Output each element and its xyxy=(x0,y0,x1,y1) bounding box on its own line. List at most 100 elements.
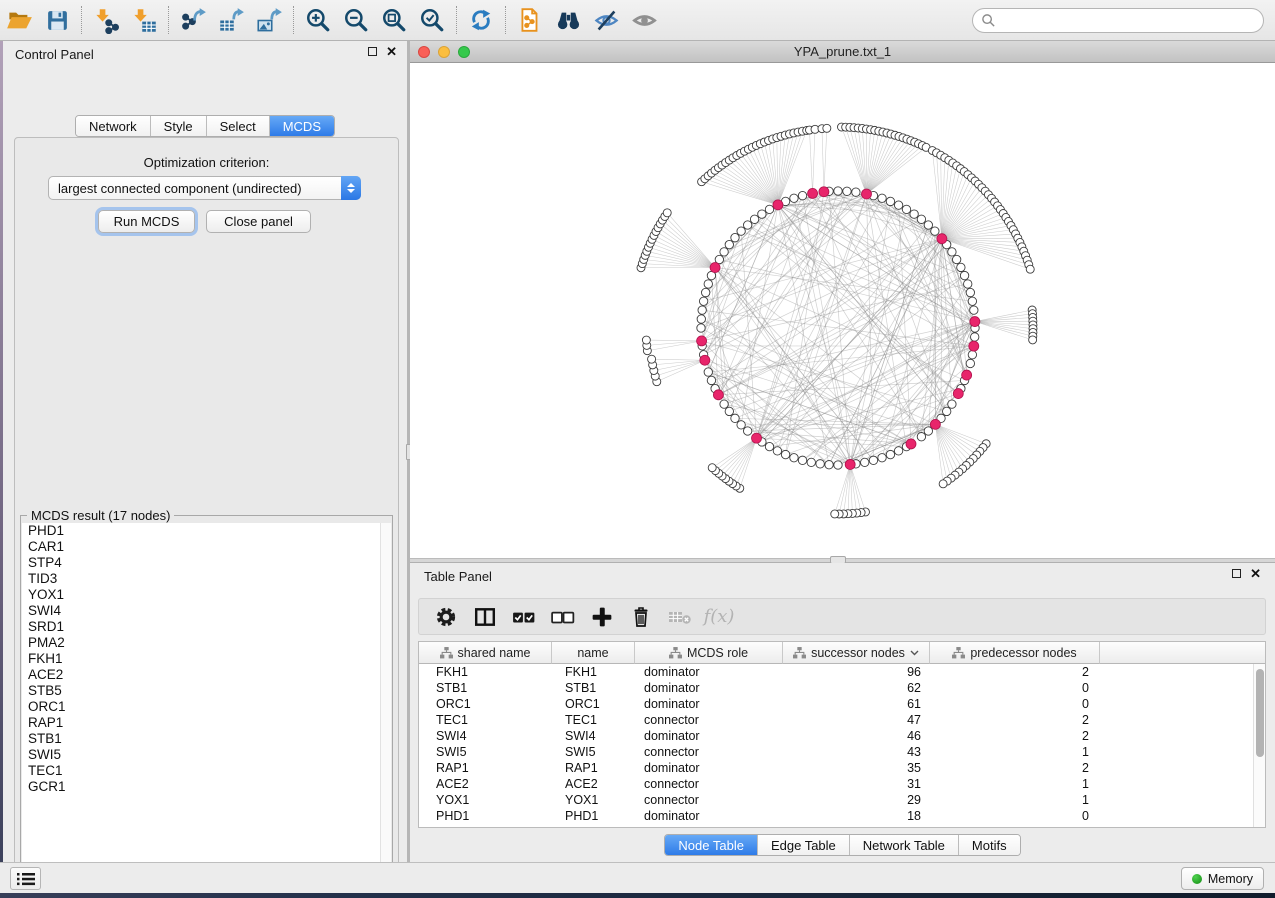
column-header-name[interactable]: name xyxy=(552,642,635,664)
table-cell: TEC1 xyxy=(552,712,635,728)
column-network-icon xyxy=(952,647,965,659)
table-row[interactable]: ACE2ACE2connector311 xyxy=(419,776,1253,792)
table-cell: 18 xyxy=(783,808,930,824)
tab-mcds[interactable]: MCDS xyxy=(270,116,334,136)
column-header-shared-name[interactable]: shared name xyxy=(419,642,552,664)
open-session-icon[interactable] xyxy=(0,3,38,37)
save-session-icon[interactable] xyxy=(38,3,76,37)
export-table-icon[interactable] xyxy=(212,3,250,37)
mcds-result-list[interactable]: PHD1CAR1STP4TID3YOX1SWI4SRD1PMA2FKH1ACE2… xyxy=(22,523,391,879)
leaf-node xyxy=(648,355,656,363)
hide-panel-eye-icon[interactable] xyxy=(587,3,625,37)
table-row[interactable]: ORC1ORC1dominator610 xyxy=(419,696,1253,712)
tab-network[interactable]: Network xyxy=(76,116,151,136)
close-panel-icon[interactable]: ✕ xyxy=(386,46,397,57)
network-node xyxy=(825,461,833,469)
tab-select[interactable]: Select xyxy=(207,116,270,136)
table-cell: 2 xyxy=(930,712,1100,728)
table-cell: ORC1 xyxy=(419,696,552,712)
tab-style[interactable]: Style xyxy=(151,116,207,136)
column-label: MCDS role xyxy=(687,646,748,660)
memory-button[interactable]: Memory xyxy=(1181,867,1264,890)
column-header-predecessor-nodes[interactable]: predecessor nodes xyxy=(930,642,1100,664)
export-network-icon[interactable] xyxy=(174,3,212,37)
search-input[interactable] xyxy=(996,11,1263,31)
mcds-node xyxy=(969,341,979,351)
mcds-result-item: PHD1 xyxy=(22,523,391,539)
network-overview-icon[interactable] xyxy=(549,3,587,37)
table-cell: dominator xyxy=(635,696,783,712)
table-cell: RAP1 xyxy=(419,760,552,776)
share-document-icon[interactable] xyxy=(511,3,549,37)
table-cell: FKH1 xyxy=(552,664,635,680)
export-image-icon[interactable] xyxy=(250,3,288,37)
delete-column-icon[interactable] xyxy=(626,603,656,631)
network-view-canvas[interactable] xyxy=(410,63,1275,558)
table-scrollbar[interactable] xyxy=(1253,664,1265,827)
criterion-dropdown[interactable]: largest connected component (undirected) xyxy=(48,176,361,200)
network-node xyxy=(698,306,706,314)
table-cell: 61 xyxy=(783,696,930,712)
tab-motifs[interactable]: Motifs xyxy=(959,835,1020,855)
table-row[interactable]: STB1STB1dominator620 xyxy=(419,680,1253,696)
mcds-node xyxy=(953,389,963,399)
tab-network-table[interactable]: Network Table xyxy=(850,835,959,855)
zoom-in-icon[interactable] xyxy=(299,3,337,37)
mcds-node xyxy=(700,355,710,365)
table-cell: 1 xyxy=(930,792,1100,808)
close-panel-button[interactable]: Close panel xyxy=(206,210,311,233)
mcds-node xyxy=(845,459,855,469)
scrollbar-thumb[interactable] xyxy=(1256,669,1264,757)
run-mcds-button[interactable]: Run MCDS xyxy=(98,210,195,233)
column-header-MCDS-role[interactable]: MCDS role xyxy=(635,642,783,664)
table-row[interactable]: TEC1TEC1connector472 xyxy=(419,712,1253,728)
table-row[interactable]: RAP1RAP1dominator352 xyxy=(419,760,1253,776)
table-row[interactable]: SWI4SWI4dominator462 xyxy=(419,728,1253,744)
table-row[interactable]: PHD1PHD1dominator180 xyxy=(419,808,1253,824)
close-panel-icon[interactable]: ✕ xyxy=(1250,568,1261,579)
table-cell: dominator xyxy=(635,808,783,824)
toolbar-separator xyxy=(456,6,457,34)
search-field[interactable] xyxy=(972,8,1264,33)
add-column-icon[interactable] xyxy=(587,603,617,631)
network-node xyxy=(834,461,842,469)
network-node xyxy=(773,447,781,455)
table-row[interactable]: SWI5SWI5connector431 xyxy=(419,744,1253,760)
table-cell: 31 xyxy=(783,776,930,792)
network-node xyxy=(917,432,925,440)
float-panel-icon[interactable] xyxy=(1232,569,1241,578)
zoom-selected-icon[interactable] xyxy=(413,3,451,37)
zoom-out-icon[interactable] xyxy=(337,3,375,37)
control-tab-bar: NetworkStyleSelectMCDS xyxy=(75,115,335,137)
select-all-icon[interactable] xyxy=(509,603,539,631)
column-header-successor-nodes[interactable]: successor nodes xyxy=(783,642,930,664)
mcds-result-item: YOX1 xyxy=(22,587,391,603)
deselect-all-icon[interactable] xyxy=(548,603,578,631)
network-node xyxy=(737,421,745,429)
list-icon xyxy=(17,872,35,886)
refresh-icon[interactable] xyxy=(462,3,500,37)
table-cell: 1 xyxy=(930,776,1100,792)
network-node xyxy=(697,324,705,332)
network-node xyxy=(758,210,766,218)
import-table-icon[interactable] xyxy=(125,3,163,37)
show-eye-icon[interactable] xyxy=(625,3,663,37)
network-graph[interactable] xyxy=(410,63,1275,558)
tab-node-table[interactable]: Node Table xyxy=(665,835,758,855)
float-panel-icon[interactable] xyxy=(368,47,377,56)
network-window-titlebar[interactable]: YPA_prune.txt_1 xyxy=(410,41,1275,63)
show-columns-icon[interactable] xyxy=(470,603,500,631)
mcds-list-scrollbar[interactable] xyxy=(380,523,391,879)
optimization-criterion-label: Optimization criterion: xyxy=(15,155,398,170)
mcds-result-item: TID3 xyxy=(22,571,391,587)
table-row[interactable]: YOX1YOX1connector291 xyxy=(419,792,1253,808)
task-history-button[interactable] xyxy=(10,867,41,890)
tab-edge-table[interactable]: Edge Table xyxy=(758,835,850,855)
mcds-result-item: STP4 xyxy=(22,555,391,571)
import-network-icon[interactable] xyxy=(87,3,125,37)
table-settings-gear-icon[interactable] xyxy=(431,603,461,631)
table-row[interactable]: FKH1FKH1dominator962 xyxy=(419,664,1253,680)
zoom-fit-icon[interactable] xyxy=(375,3,413,37)
network-node xyxy=(878,194,886,202)
table-tab-bar: Node TableEdge TableNetwork TableMotifs xyxy=(664,834,1020,856)
